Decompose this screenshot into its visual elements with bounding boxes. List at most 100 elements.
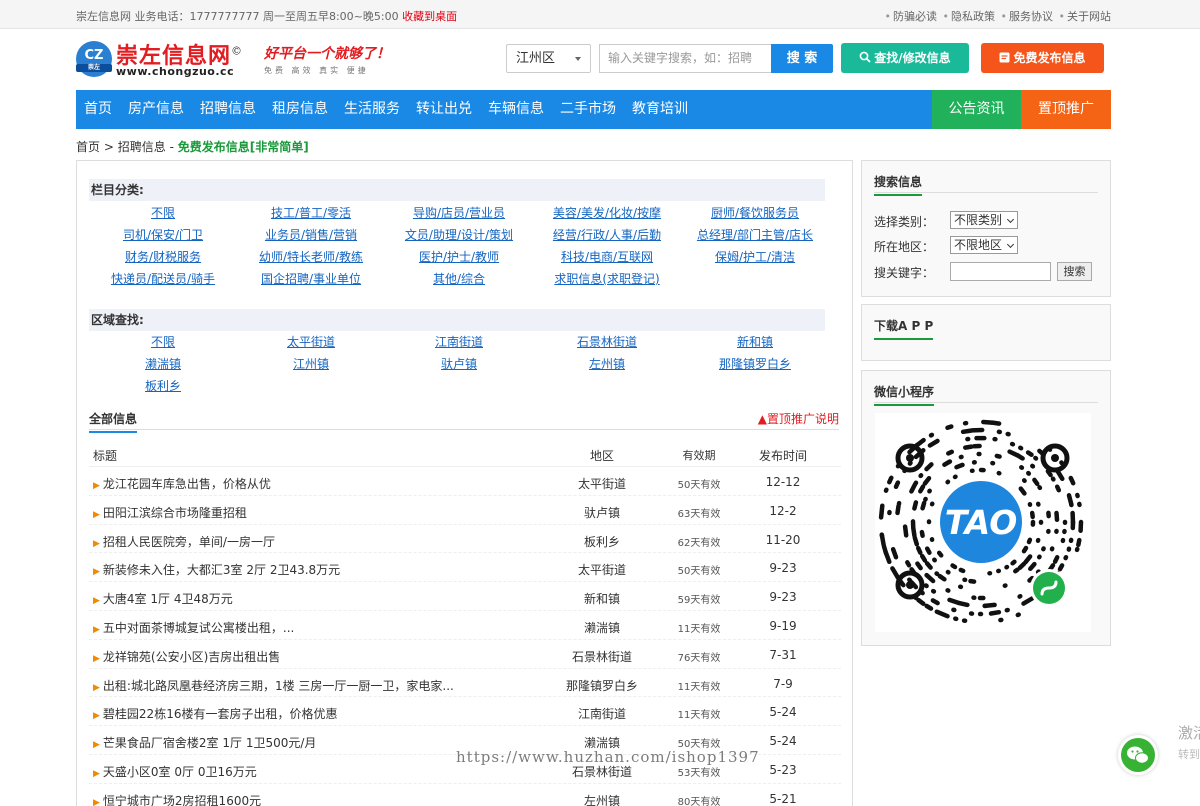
breadcrumb-post-link[interactable]: 免费发布信息[非常简单] — [178, 140, 309, 154]
category-link[interactable]: 技工/普工/零活 — [237, 202, 385, 224]
arrow-right-icon: ▶ — [93, 509, 100, 520]
area-link[interactable]: 板利乡 — [89, 375, 237, 397]
table-row[interactable]: ▶ 龙江花园车库急出售，价格从优 太平街道 50天有效 12-12 — [89, 467, 841, 496]
row-title[interactable]: ▶ 天盛小区0室 0厅 0卫16万元 — [93, 763, 473, 780]
row-region: 新和镇 — [583, 592, 620, 607]
breadcrumb-current[interactable]: 招聘信息 — [118, 140, 166, 154]
category-link[interactable]: 美容/美发/化妆/按摩 — [533, 202, 681, 224]
about-link[interactable]: 关于网站 — [1067, 10, 1111, 23]
category-link[interactable]: 科技/电商/互联网 — [533, 246, 681, 268]
area-link[interactable]: 江南街道 — [385, 331, 533, 353]
table-row[interactable]: ▶ 恒宁城市广场2房招租1600元 左州镇 80天有效 5-21 — [89, 784, 841, 806]
area-link[interactable]: 石景林街道 — [533, 331, 681, 353]
category-link[interactable]: 国企招聘/事业单位 — [237, 268, 385, 290]
row-date: 12-12 — [765, 475, 801, 489]
category-link[interactable]: 求职信息(求职登记) — [533, 268, 681, 290]
area-link[interactable]: 不限 — [89, 331, 237, 353]
table-row[interactable]: ▶ 田阳江滨综合市场隆重招租 驮卢镇 63天有效 12-2 — [89, 496, 841, 525]
table-row[interactable]: ▶ 五中对面茶博城复试公寓楼出租，... 濑湍镇 11天有效 9-19 — [89, 611, 841, 640]
anti-fraud-link[interactable]: 防骗必读 — [893, 10, 937, 23]
category-link[interactable]: 文员/助理/设计/策划 — [385, 224, 533, 246]
all-info-title: 全部信息 — [89, 410, 138, 433]
row-title[interactable]: ▶ 龙江花园车库急出售，价格从优 — [93, 475, 473, 492]
row-title[interactable]: ▶ 恒宁城市广场2房招租1600元 — [93, 792, 473, 806]
area-link[interactable]: 濑湍镇 — [89, 353, 237, 375]
breadcrumb-home[interactable]: 首页 — [76, 140, 100, 154]
table-row[interactable]: ▶ 龙祥锦苑(公安小区)吉房出租出售 石景林街道 76天有效 7-31 — [89, 640, 841, 669]
area-select[interactable]: 不限地区 — [950, 236, 1018, 254]
promote-explain-link[interactable]: ▲置顶推广说明 — [758, 410, 839, 427]
area-link[interactable]: 那隆镇罗白乡 — [681, 353, 829, 375]
area-link[interactable]: 太平街道 — [237, 331, 385, 353]
nav-secondhand[interactable]: 二手市场 — [552, 90, 624, 129]
area-link[interactable]: 江州镇 — [237, 353, 385, 375]
area-link[interactable]: 新和镇 — [681, 331, 829, 353]
category-link[interactable]: 不限 — [89, 202, 237, 224]
post-info-button[interactable]: 免费发布信息 — [981, 43, 1104, 73]
table-row[interactable]: ▶ 碧桂园22栋16楼有一套房子出租，价格优惠 江南街道 11天有效 5-24 — [89, 697, 841, 727]
category-link[interactable]: 厨师/餐饮服务员 — [681, 202, 829, 224]
row-title[interactable]: ▶ 龙祥锦苑(公安小区)吉房出租出售 — [93, 648, 473, 665]
search-input[interactable]: 输入关键字搜索，如：招聘 — [599, 44, 771, 73]
row-date: 9-23 — [769, 561, 797, 576]
category-link[interactable]: 快递员/配送员/骑手 — [89, 268, 237, 290]
nav-life[interactable]: 生活服务 — [336, 90, 408, 129]
query-modify-button[interactable]: 查找/修改信息 — [841, 43, 969, 73]
table-row[interactable]: ▶ 大唐4室 1厅 4卫48万元 新和镇 59天有效 9-23 — [89, 582, 841, 611]
row-title[interactable]: ▶ 招租人民医院旁，单间/一房一厅 — [93, 533, 473, 550]
category-link[interactable]: 总经理/部门主管/店长 — [681, 224, 829, 246]
category-link[interactable]: 业务员/销售/营销 — [237, 224, 385, 246]
nav-house[interactable]: 房产信息 — [120, 90, 192, 129]
table-row[interactable]: ▶ 出租:城北路凤凰巷经济房三期，1楼 三房一厅一厨一卫，家电家... 那隆镇罗白乡… — [89, 669, 841, 698]
row-title[interactable]: ▶ 田阳江滨综合市场隆重招租 — [93, 504, 473, 521]
category-link[interactable]: 医护/护士/教师 — [385, 246, 533, 268]
nav-rent[interactable]: 租房信息 — [264, 90, 336, 129]
header-date: 发布时间 — [758, 449, 807, 463]
row-title[interactable]: ▶ 大唐4室 1厅 4卫48万元 — [93, 590, 473, 607]
terms-link[interactable]: 服务协议 — [1009, 10, 1053, 23]
category-grid: 不限 技工/普工/零活 导购/店员/营业员 美容/美发/化妆/按摩 厨师/餐饮服务员司机… — [89, 202, 829, 290]
category-select[interactable]: 不限类别 — [950, 211, 1018, 229]
search-button[interactable]: 搜 索 — [771, 44, 833, 73]
wechat-float-button[interactable] — [1118, 735, 1158, 775]
nav-notice[interactable]: 公告资讯 — [932, 90, 1021, 129]
nav-jobs[interactable]: 招聘信息 — [192, 90, 264, 129]
area-link[interactable]: 驮卢镇 — [385, 353, 533, 375]
row-title[interactable]: ▶ 五中对面茶博城复试公寓楼出租，... — [93, 619, 473, 636]
app-title[interactable]: 下载A P P — [874, 317, 934, 340]
table-header: 标题 地区 有效期 发布时间 — [89, 441, 841, 467]
nav-home[interactable]: 首页 — [76, 90, 120, 129]
category-link[interactable]: 幼师/特长老师/教练 — [237, 246, 385, 268]
area-link[interactable]: 左州镇 — [533, 353, 681, 375]
arrow-right-icon: ▶ — [93, 481, 100, 491]
nav-vehicle[interactable]: 车辆信息 — [480, 90, 552, 129]
site-logo[interactable]: CZ 崇左 崇左信息网© www.chongzuo.cc — [76, 39, 256, 83]
arrow-right-icon: ▶ — [93, 740, 100, 751]
category-link[interactable]: 财务/财税服务 — [89, 246, 237, 268]
keyword-input[interactable] — [950, 262, 1051, 281]
category-link[interactable]: 导购/店员/营业员 — [385, 202, 533, 224]
table-row[interactable]: ▶ 招租人民医院旁，单间/一房一厅 板利乡 62天有效 11-20 — [89, 525, 841, 554]
privacy-link[interactable]: 隐私政策 — [951, 10, 995, 23]
row-title[interactable]: ▶ 芒果食品厂宿舍楼2室 1厅 1卫500元/月 — [93, 734, 473, 751]
add-to-desktop-link[interactable]: 收藏到桌面 — [402, 10, 457, 23]
main-nav: 首页 房产信息 招聘信息 租房信息 生活服务 转让出兑 车辆信息 二手市场 教育… — [76, 90, 1111, 129]
region-select[interactable]: 江州区 — [506, 44, 591, 73]
nav-transfer[interactable]: 转让出兑 — [408, 90, 480, 129]
table-row[interactable]: ▶ 新装修未入住，大都汇3室 2厅 2卫43.8万元 太平街道 50天有效 9-23 — [89, 553, 841, 583]
row-title[interactable]: ▶ 碧桂园22栋16楼有一套房子出租，价格优惠 — [93, 705, 473, 722]
row-title[interactable]: ▶ 出租:城北路凤凰巷经济房三期，1楼 三房一厅一厨一卫，家电家... — [93, 677, 473, 694]
nav-education[interactable]: 教育培训 — [624, 90, 696, 129]
category-link[interactable]: 保姆/护工/清洁 — [681, 246, 829, 268]
row-valid: 80天有效 — [677, 796, 721, 806]
top-links: • 防骗必读 • 隐私政策 • 服务协议 • 关于网站 — [884, 10, 1112, 23]
row-title[interactable]: ▶ 新装修未入住，大都汇3室 2厅 2卫43.8万元 — [93, 561, 473, 578]
search-icon — [859, 51, 871, 63]
sidebar-search-button[interactable]: 搜索 — [1057, 262, 1092, 281]
category-link[interactable]: 司机/保安/门卫 — [89, 224, 237, 246]
row-region: 太平街道 — [577, 477, 626, 491]
category-link[interactable]: 其他/综合 — [385, 268, 533, 290]
category-link[interactable]: 经营/行政/人事/后勤 — [533, 224, 681, 246]
nav-promote[interactable]: 置顶推广 — [1021, 90, 1111, 129]
qr-logo-text: TAO — [945, 503, 1018, 542]
